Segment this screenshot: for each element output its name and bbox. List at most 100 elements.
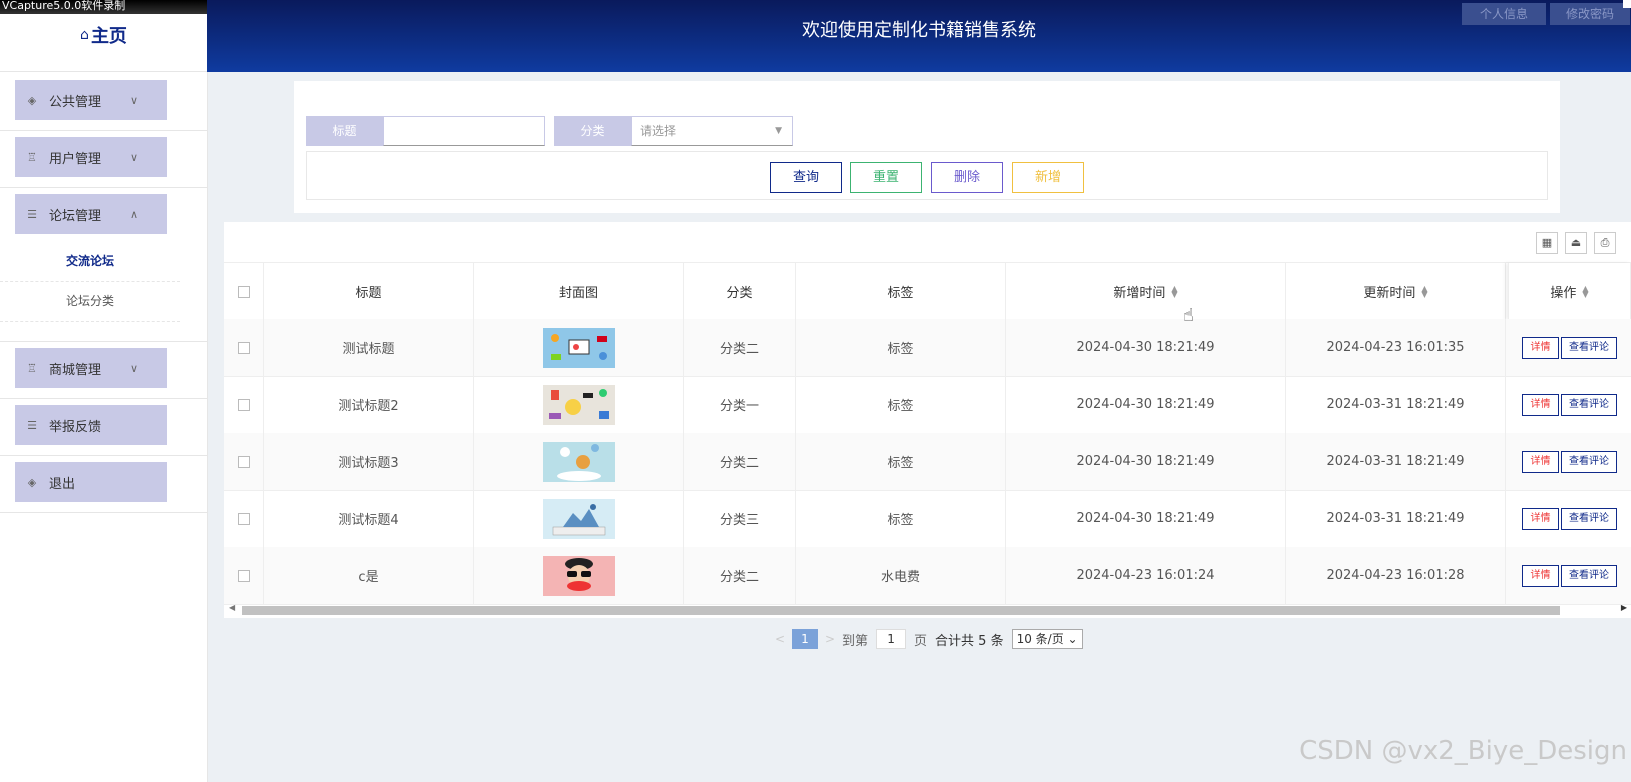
cell-updated: 2024-03-31 18:21:49 [1286,433,1506,490]
home-link[interactable]: ⌂ 主页 [0,14,207,72]
goto-page-input[interactable]: 1 [876,629,907,649]
col-category: 分类 [684,263,796,320]
profile-link[interactable]: 个人信息 [1462,3,1546,25]
cell-created: 2024-04-30 18:21:49 [1006,490,1286,547]
cell-updated: 2024-03-31 18:21:49 [1286,490,1506,547]
table-header: 标题 封面图 分类 标签 新增时间 ▲ ▼ 更新时间 ▲ ▼ 操作 ▲ ▼ [224,262,1631,321]
menu-report-feedback[interactable]: ☰ 举报反馈 [15,405,167,445]
row-checkbox[interactable] [237,341,250,354]
scroll-left-icon[interactable]: ◀ [229,603,235,612]
cell-cover [474,547,684,604]
cell-created: 2024-04-30 18:21:49 [1006,319,1286,376]
cover-image [542,441,615,482]
menu-label: 商城管理 [49,362,102,378]
view-comments-button[interactable]: 查看评论 [1561,507,1617,530]
title-input[interactable] [383,116,545,146]
menu-label: 退出 [49,476,76,492]
query-button[interactable]: 查询 [770,162,842,193]
menu-label: 用户管理 [49,151,102,167]
menu-user-management[interactable]: ♖ 用户管理 ∨ [15,137,167,177]
export-icon[interactable]: ⏏ [1565,232,1587,254]
cell-title: 测试标题4 [264,490,474,547]
lamp-icon: ♖ [27,150,37,164]
cell-actions: 详情 查看评论 [1508,376,1631,433]
current-page[interactable]: 1 [792,629,818,649]
row-checkbox-cell [224,547,264,604]
detail-button[interactable]: 详情 [1522,336,1559,359]
col-created-label: 新增时间 [1113,286,1166,301]
cover-image [542,384,615,425]
cell-category: 分类二 [684,433,796,490]
sort-icon[interactable]: ▲ ▼ [1582,284,1588,298]
cover-image [542,327,615,368]
list-icon: ☰ [27,207,37,221]
delete-button[interactable]: 删除 [931,162,1003,193]
detail-button[interactable]: 详情 [1522,450,1559,473]
col-title: 标题 [264,263,474,320]
page-size-select[interactable]: 10 条/页 ⌄ [1011,629,1083,649]
next-page-icon[interactable]: > [818,632,842,646]
header: 欢迎使用定制化书籍销售系统 个人信息 修改密码 [207,0,1631,72]
columns-icon[interactable]: ▦ [1536,232,1558,254]
menu-logout[interactable]: ◈ 退出 [15,462,167,502]
table-row: 测试标题 分类二 标签 2024-04-30 18:21:49 2024-04-… [224,319,1631,377]
col-tag: 标签 [796,263,1006,320]
view-comments-button[interactable]: 查看评论 [1561,564,1617,587]
table-row: 测试标题3 分类二 标签 2024-04-30 18:21:49 2024-03… [224,433,1631,491]
row-checkbox[interactable] [237,455,250,468]
table-row: c是 分类二 水电费 2024-04-23 16:01:24 2024-04-2… [224,547,1631,605]
row-checkbox-cell [224,319,264,376]
row-checkbox[interactable] [237,398,250,411]
view-comments-button[interactable]: 查看评论 [1561,450,1617,473]
detail-button[interactable]: 详情 [1522,393,1559,416]
submenu-forum-category[interactable]: 论坛分类 [0,281,180,322]
page-size-value: 10 条/页 [1016,632,1064,646]
col-cover: 封面图 [474,263,684,320]
cell-created: 2024-04-23 16:01:24 [1006,547,1286,604]
select-all-checkbox[interactable] [237,285,250,298]
page-title: 欢迎使用定制化书籍销售系统 [802,20,1036,41]
prev-page-icon[interactable]: < [768,632,792,646]
cell-tag: 标签 [796,319,1006,376]
reset-button[interactable]: 重置 [850,162,922,193]
view-comments-button[interactable]: 查看评论 [1561,336,1617,359]
menu-group-user: ♖ 用户管理 ∨ [0,130,207,188]
chevron-down-icon: ∨ [130,361,139,375]
row-checkbox[interactable] [237,569,250,582]
scroll-right-icon[interactable]: ▶ [1621,603,1627,612]
cell-category: 分类一 [684,376,796,433]
pagination: < 1 > 到第 1 页 合计共 5 条 10 条/页 ⌄ [768,628,1083,650]
menu-forum-management[interactable]: ☰ 论坛管理 ∧ [15,194,167,234]
category-label: 分类 [554,116,631,146]
view-comments-button[interactable]: 查看评论 [1561,393,1617,416]
menu-group-forum: ☰ 论坛管理 ∧ 交流论坛 论坛分类 [0,187,207,342]
menu-public-management[interactable]: ◈ 公共管理 ∨ [15,80,167,120]
cell-tag: 标签 [796,433,1006,490]
detail-button[interactable]: 详情 [1522,564,1559,587]
col-updated[interactable]: 更新时间 ▲ ▼ [1286,263,1506,320]
row-checkbox-cell [224,433,264,490]
col-actions[interactable]: 操作 ▲ ▼ [1508,263,1631,320]
change-password-link[interactable]: 修改密码 [1550,3,1630,25]
col-created[interactable]: 新增时间 ▲ ▼ [1006,263,1286,320]
list-icon: ☰ [27,418,37,432]
scrollbar-thumb[interactable] [242,606,1560,615]
submenu-exchange-forum[interactable]: 交流论坛 [0,241,180,282]
cell-tag: 标签 [796,490,1006,547]
chevron-up-icon: ∧ [130,207,139,221]
sort-icon[interactable]: ▲ ▼ [1171,284,1177,298]
cell-title: 测试标题 [264,319,474,376]
print-icon[interactable]: ⎙ [1594,232,1616,254]
col-actions-label: 操作 [1550,286,1577,301]
row-checkbox[interactable] [237,512,250,525]
category-placeholder: 请选择 [640,124,677,138]
layers-icon: ◈ [27,93,37,107]
horizontal-scrollbar[interactable]: ◀ ▶ [224,603,1631,617]
page-label: 页 [914,633,928,649]
table-row: 测试标题2 分类一 标签 2024-04-30 18:21:49 2024-03… [224,376,1631,434]
menu-shop-management[interactable]: ♖ 商城管理 ∨ [15,348,167,388]
detail-button[interactable]: 详情 [1522,507,1559,530]
category-select[interactable]: 请选择 ▼ [631,116,793,146]
sort-icon[interactable]: ▲ ▼ [1421,284,1427,298]
add-button[interactable]: 新增 [1012,162,1084,193]
